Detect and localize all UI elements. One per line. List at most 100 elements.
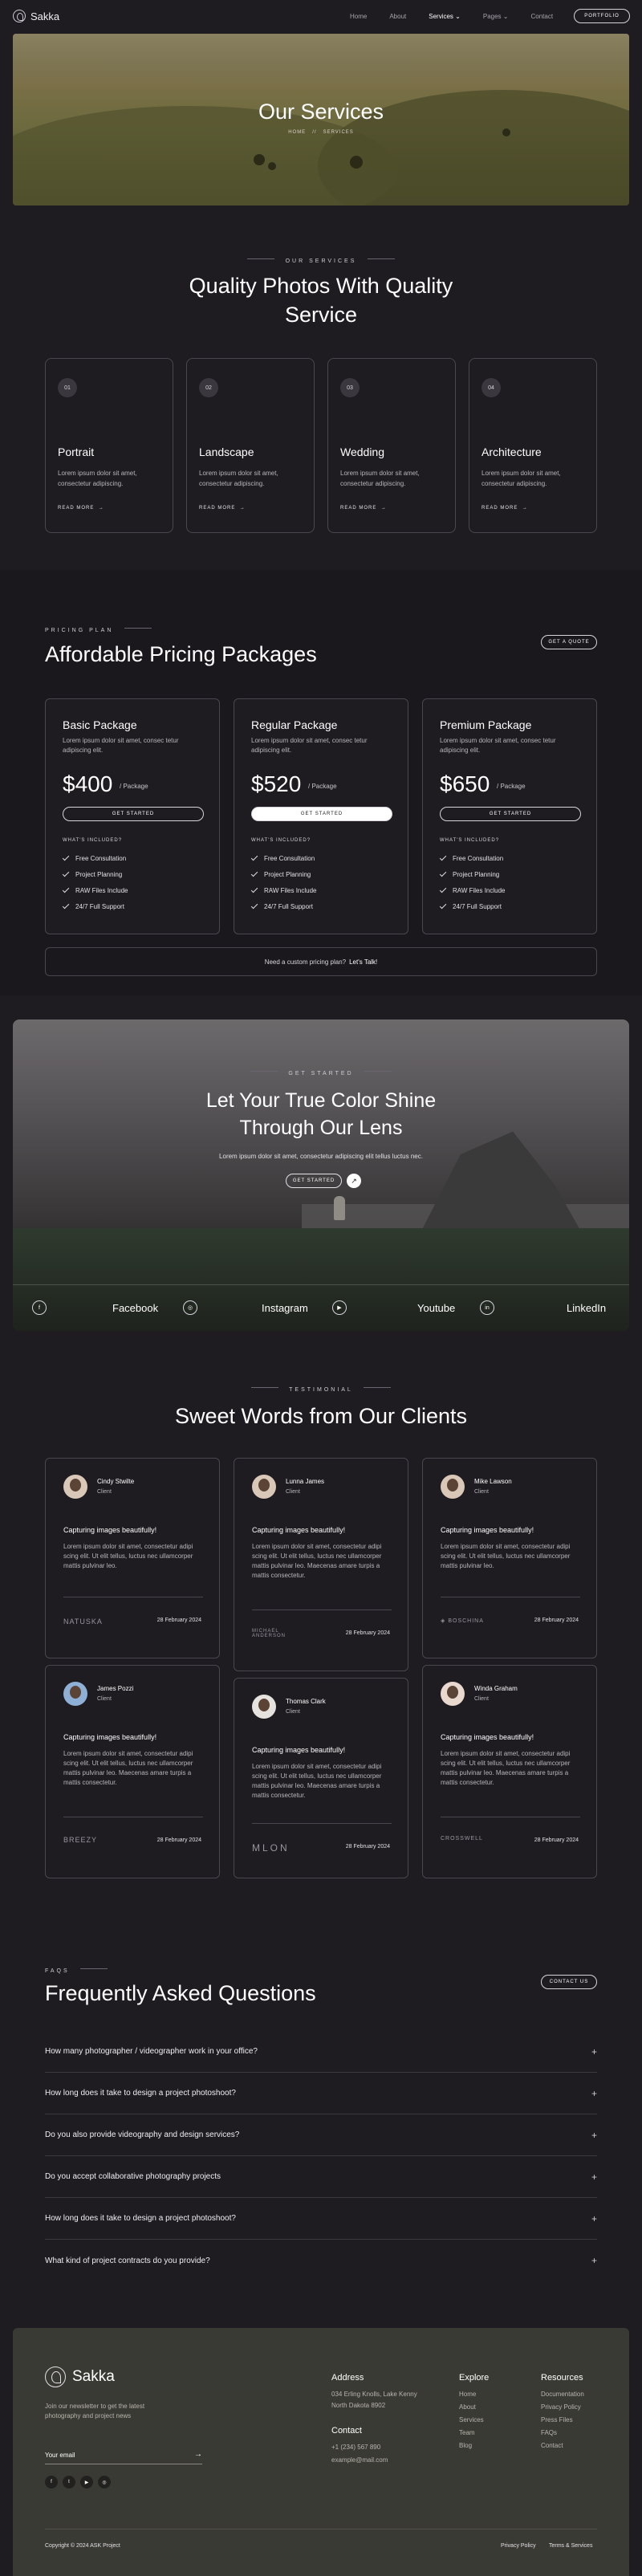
feature-label: RAW Files Include [453,886,506,894]
footer-link[interactable]: Contact [541,2442,563,2449]
feature-label: Project Planning [453,870,500,878]
privacy-policy-link[interactable]: Privacy Policy [501,2543,536,2549]
cta-get-started-button[interactable]: GET STARTED [286,1174,342,1188]
get-started-button[interactable]: GET STARTED [251,807,392,821]
check-icon [62,901,70,910]
logo-icon [45,2366,66,2387]
contact-us-button[interactable]: CONTACT US [541,1975,597,1989]
nav-link-about[interactable]: About [389,13,406,20]
footer-link[interactable]: Services [459,2416,484,2423]
check-icon [439,901,447,910]
footer-link[interactable]: About [459,2403,476,2411]
service-number: 04 [482,378,501,397]
youtube-icon[interactable]: ▶ [80,2476,93,2489]
get-started-button[interactable]: GET STARTED [440,807,581,821]
social-facebook[interactable]: f Facebook [32,1300,158,1316]
avatar [252,1475,276,1499]
breadcrumb-home[interactable]: HOME [288,130,306,135]
feature-item: Free Consultation [250,850,317,866]
testimonial-card: Cindy Stwilte Client Capturing images be… [45,1458,220,1658]
pricing-card: Premium Package Lorem ipsum dolor sit am… [422,698,597,934]
check-icon [439,853,447,861]
site-logo[interactable]: Sakka [13,10,59,22]
faq-item[interactable]: Do you also provide videography and desi… [45,2114,597,2156]
read-more-link[interactable]: READ MORE → [340,506,387,511]
linkedin-icon: in [480,1300,494,1315]
social-instagram[interactable]: ◎ Instagram [183,1300,308,1316]
breadcrumb-current: SERVICES [323,130,354,135]
client-name: Winda Graham [474,1685,518,1692]
faq-question: Do you also provide videography and desi… [45,2130,240,2139]
footer-link[interactable]: Home [459,2391,476,2398]
divider [124,628,152,629]
testimonial-date: 28 February 2024 [156,1837,201,1843]
twitter-icon[interactable]: t [63,2476,75,2489]
instagram-icon[interactable]: ◎ [98,2476,111,2489]
address-line: North Dakota 8902 [331,2402,386,2409]
divider [250,1071,278,1072]
faq-item[interactable]: Do you accept collaborative photography … [45,2156,597,2198]
service-card[interactable]: 02 Landscape Lorem ipsum dolor sit amet,… [186,358,315,533]
top-nav: Sakka Home About Services ⌄ Pages ⌄ Cont… [0,0,642,32]
cta-banner: GET STARTED Let Your True Color Shine Th… [13,1019,629,1331]
social-youtube[interactable]: ▶ Youtube [332,1300,455,1316]
lets-talk-link[interactable]: Let's Talk! [349,958,377,966]
service-desc: Lorem ipsum dolor sit amet, consectetur … [340,470,420,487]
social-linkedin[interactable]: in LinkedIn [480,1300,606,1316]
client-brand-logo: BREEZY [63,1836,98,1844]
testimonial-text: Lorem ipsum dolor sit amet, consectetur … [63,1543,193,1569]
faq-item[interactable]: What kind of project contracts do you pr… [45,2240,597,2281]
avatar [252,1695,276,1719]
faq-question: How many photographer / videographer wor… [45,2047,258,2056]
nav-link-home[interactable]: Home [350,13,367,20]
testimonial-card: James Pozzi Client Capturing images beau… [45,1665,220,1878]
footer-email[interactable]: example@mail.com [331,2456,388,2464]
read-more-link[interactable]: READ MORE → [199,506,246,511]
faq-item[interactable]: How many photographer / videographer wor… [45,2031,597,2073]
cta-eyebrow-text: GET STARTED [288,1071,354,1076]
testimonial-headline: Capturing images beautifully! [252,1746,346,1754]
plan-desc: Lorem ipsum dolor sit amet, consec tetur… [251,737,368,754]
arrow-right-icon[interactable]: → [194,2450,202,2459]
footer-link[interactable]: Press Files [541,2416,573,2423]
read-more-link[interactable]: READ MORE → [482,506,528,511]
faq-item[interactable]: How long does it take to design a projec… [45,2198,597,2240]
footer-logo[interactable]: Sakka [45,2366,115,2387]
footer-link[interactable]: Blog [459,2442,472,2449]
service-card[interactable]: 01 Portrait Lorem ipsum dolor sit amet, … [45,358,173,533]
nav-link-contact[interactable]: Contact [531,13,554,20]
feature-label: 24/7 Full Support [75,902,124,910]
footer-phone[interactable]: +1 (234) 567 890 [331,2444,380,2451]
footer-link[interactable]: Documentation [541,2391,584,2398]
nav-link-services[interactable]: Services ⌄ [429,13,461,20]
testimonial-text: Lorem ipsum dolor sit amet, consectetur … [441,1750,571,1786]
arrow-up-right-icon[interactable]: ↗ [347,1174,361,1188]
footer-socials: f t ▶ ◎ [45,2476,111,2489]
arrow-right-icon: → [380,506,387,511]
feature-label: 24/7 Full Support [264,902,313,910]
read-more-label: READ MORE [58,506,95,511]
footer-link[interactable]: Privacy Policy [541,2403,581,2411]
footer-link[interactable]: FAQs [541,2429,557,2436]
service-title: Portrait [58,446,95,458]
faq-item[interactable]: How long does it take to design a projec… [45,2073,597,2114]
terms-link[interactable]: Terms & Services [549,2543,592,2549]
service-card[interactable]: 03 Wedding Lorem ipsum dolor sit amet, c… [327,358,456,533]
service-card[interactable]: 04 Architecture Lorem ipsum dolor sit am… [469,358,597,533]
feature-list: Free Consultation Project Planning RAW F… [439,850,506,914]
read-more-link[interactable]: READ MORE → [58,506,104,511]
get-quote-button[interactable]: GET A QUOTE [541,635,597,649]
newsletter-email-input[interactable]: Your email → [45,2448,202,2464]
testimonial-date: 28 February 2024 [156,1618,201,1623]
get-started-button[interactable]: GET STARTED [63,807,204,821]
testimonial-date: 28 February 2024 [345,1844,390,1850]
footer-link[interactable]: Team [459,2429,475,2436]
facebook-icon[interactable]: f [45,2476,58,2489]
nav-link-pages[interactable]: Pages ⌄ [483,13,509,20]
testimonial-headline: Capturing images beautifully! [63,1526,157,1534]
footer-resources-title: Resources [541,2373,583,2383]
portfolio-button[interactable]: PORTFOLIO [574,9,630,23]
client-brand-logo: MLON [252,1842,290,1854]
client-role: Client [97,1489,112,1495]
email-placeholder: Your email [45,2452,75,2459]
